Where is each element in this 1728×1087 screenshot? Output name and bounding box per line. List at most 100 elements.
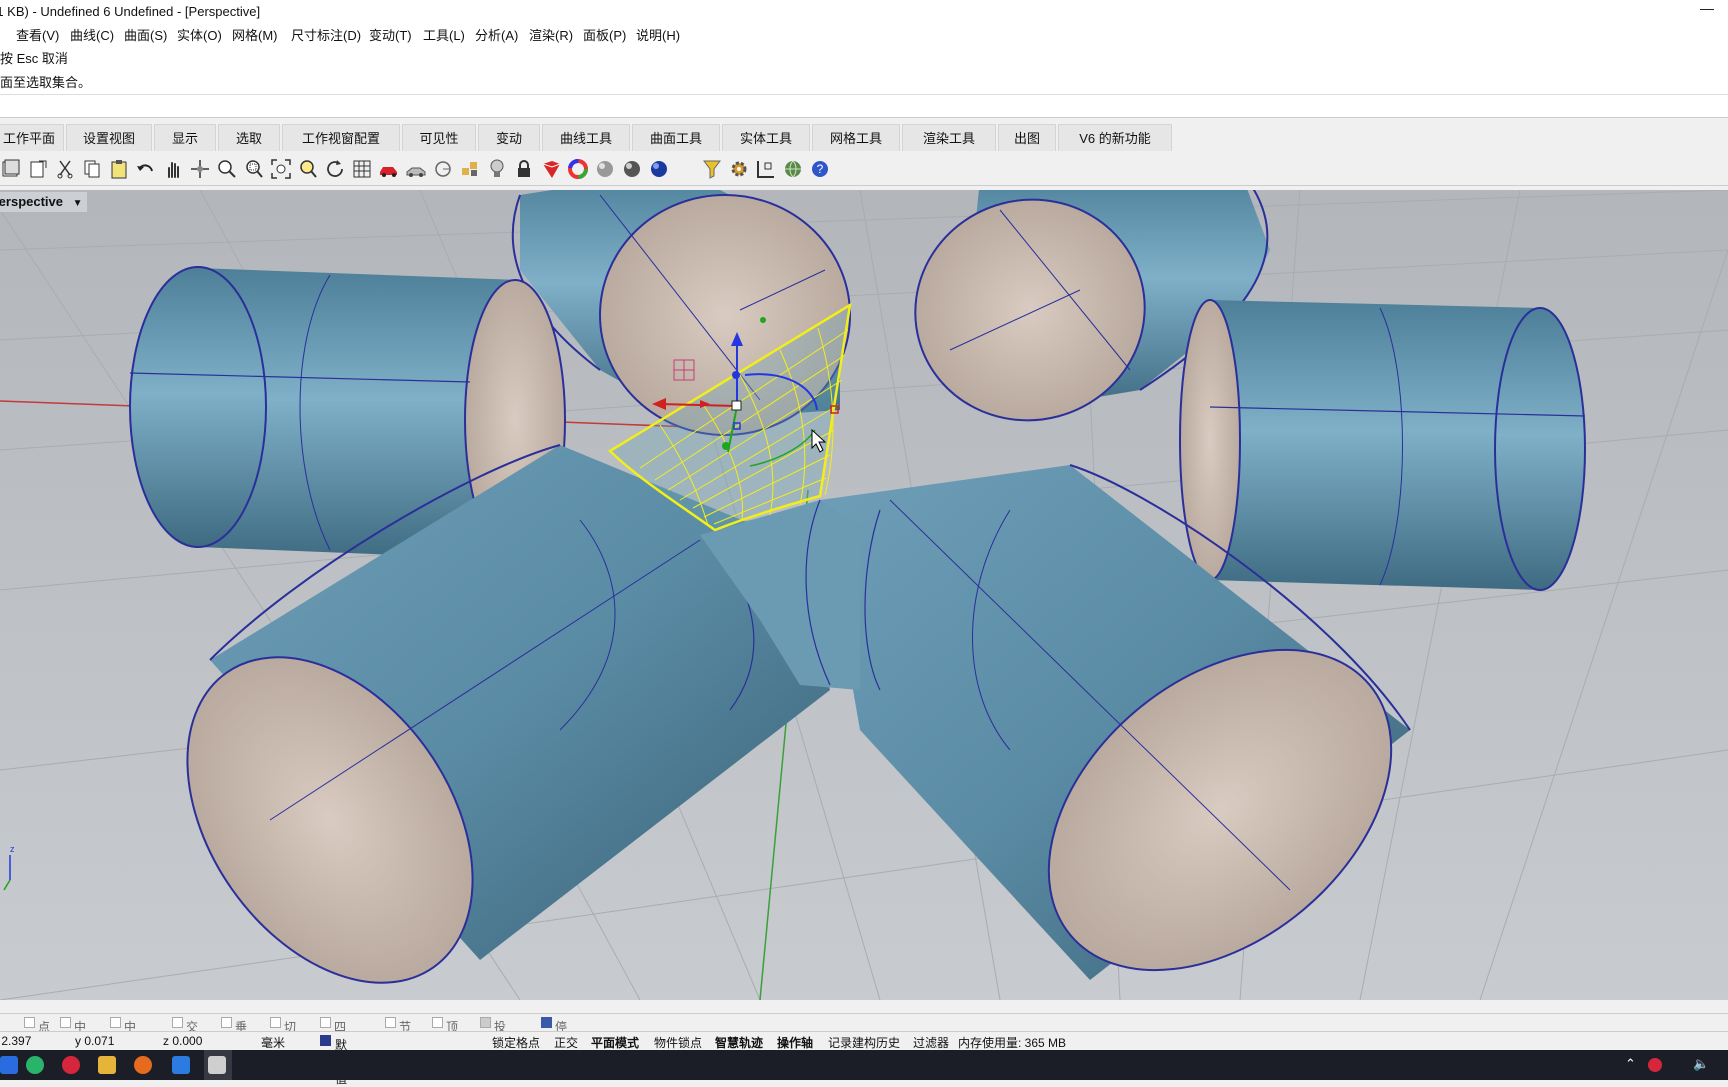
menu-solid[interactable]: 实体(O): [177, 25, 222, 44]
tab-select[interactable]: 选取: [218, 124, 280, 151]
paste-icon[interactable]: [108, 158, 130, 180]
grid-icon[interactable]: [351, 158, 373, 180]
menu-transform[interactable]: 变动(T): [369, 25, 412, 44]
tray-chevron-icon[interactable]: ⌃: [1625, 1056, 1636, 1072]
osnap-quadrant[interactable]: 四分点: [320, 1016, 346, 1068]
options-icon[interactable]: [755, 158, 777, 180]
osnap-intersection[interactable]: 交点: [172, 1016, 198, 1051]
wechat-icon[interactable]: [26, 1056, 44, 1074]
title-bar: (1 KB) - Undefined 6 Undefined - [Perspe…: [0, 0, 1728, 22]
zoom-extents-icon[interactable]: [270, 158, 292, 180]
tab-new-in-v6[interactable]: V6 的新功能: [1058, 124, 1172, 151]
smarttrack-toggle[interactable]: 智慧轨迹: [715, 1034, 763, 1051]
zoom-selected-icon[interactable]: [297, 158, 319, 180]
menu-surface[interactable]: 曲面(S): [124, 25, 167, 44]
layer-swatch[interactable]: 默认值: [320, 1034, 347, 1086]
planar-toggle[interactable]: 平面模式: [591, 1034, 639, 1051]
open-icon[interactable]: [27, 158, 49, 180]
osnap-center[interactable]: 中心点: [110, 1016, 136, 1068]
perspective-viewport[interactable]: z: [0, 190, 1728, 1000]
car-icon[interactable]: [378, 158, 400, 180]
toolbar-tabs: 工作平面 设置视图 显示 选取 工作视窗配置 可见性 变动 曲线工具 曲面工具 …: [0, 124, 1728, 152]
filter-icon[interactable]: [701, 158, 723, 180]
command-history-line: 面至选取集合。: [0, 75, 92, 90]
netease-music-icon[interactable]: [62, 1056, 80, 1074]
osnap-vertex[interactable]: 顶点: [432, 1016, 458, 1051]
status-bar: x 2.397 y 0.071 z 0.000 毫米 默认值 锁定格点 正交 平…: [0, 1031, 1728, 1086]
zoom-window-icon[interactable]: [243, 158, 265, 180]
osnap-project[interactable]: 投影: [480, 1016, 506, 1051]
osnap-perpendicular[interactable]: 垂点: [221, 1016, 247, 1051]
photos-icon[interactable]: [172, 1056, 190, 1074]
menu-view[interactable]: 查看(V): [16, 25, 59, 44]
lock-icon[interactable]: [513, 158, 535, 180]
ortho-toggle[interactable]: 正交: [554, 1034, 578, 1051]
points-icon[interactable]: [459, 158, 481, 180]
menu-render[interactable]: 渲染(R): [529, 25, 573, 44]
osnap-disable[interactable]: 停用: [541, 1016, 567, 1051]
gear-icon[interactable]: [728, 158, 750, 180]
active-task-highlight: [204, 1050, 232, 1080]
tab-drafting[interactable]: 出图: [998, 124, 1056, 151]
globe-icon[interactable]: [782, 158, 804, 180]
new-icon[interactable]: [0, 158, 22, 180]
pan-icon[interactable]: [162, 158, 184, 180]
osnap-knot[interactable]: 节点: [385, 1016, 411, 1051]
shade-sphere-icon[interactable]: [594, 158, 616, 180]
firefox-icon[interactable]: [134, 1056, 152, 1074]
tab-set-view[interactable]: 设置视图: [66, 124, 152, 151]
chevron-down-icon[interactable]: ▼: [73, 198, 83, 209]
material-icon[interactable]: [540, 158, 562, 180]
tab-transform[interactable]: 变动: [478, 124, 540, 151]
viewport-label[interactable]: Perspective ▼: [0, 192, 87, 212]
tab-curve-tools[interactable]: 曲线工具: [542, 124, 630, 151]
rotate-icon[interactable]: [324, 158, 346, 180]
coord-z: z 0.000: [163, 1034, 203, 1048]
help-icon[interactable]: ?: [809, 158, 831, 180]
menu-curve[interactable]: 曲线(C): [70, 25, 114, 44]
command-input[interactable]: [0, 95, 1728, 118]
viewport-canvas[interactable]: z: [0, 190, 1728, 1000]
gumball-toggle[interactable]: 操作轴: [777, 1034, 813, 1051]
filter-toggle[interactable]: 过滤器: [913, 1034, 949, 1051]
tab-render-tools[interactable]: 渲染工具: [902, 124, 996, 151]
units-label[interactable]: 毫米: [261, 1034, 285, 1051]
tray-music-icon[interactable]: [1648, 1058, 1662, 1072]
osnap-toggle[interactable]: 物件锁点: [654, 1034, 702, 1051]
grid-snap-toggle[interactable]: 锁定格点: [492, 1034, 540, 1051]
osnap-point[interactable]: 点: [24, 1016, 50, 1034]
command-history: 按 Esc 取消 面至选取集合。: [0, 44, 1728, 95]
tab-viewport-layout[interactable]: 工作视窗配置: [282, 124, 400, 151]
tab-display[interactable]: 显示: [154, 124, 216, 151]
record-history-toggle[interactable]: 记录建构历史: [828, 1034, 900, 1051]
file-explorer-icon[interactable]: [98, 1056, 116, 1074]
sports-car-icon[interactable]: [405, 158, 427, 180]
menu-tools[interactable]: 工具(L): [423, 25, 465, 44]
cut-icon[interactable]: [54, 158, 76, 180]
copy-icon[interactable]: [81, 158, 103, 180]
tab-surface-tools[interactable]: 曲面工具: [632, 124, 720, 151]
minimize-icon[interactable]: —: [1700, 0, 1714, 16]
task-view-icon[interactable]: [0, 1056, 18, 1074]
rotate-view-icon[interactable]: [189, 158, 211, 180]
volume-icon[interactable]: 🔈: [1693, 1056, 1709, 1072]
light-icon[interactable]: [486, 158, 508, 180]
osnap-tangent[interactable]: 切点: [270, 1016, 296, 1051]
color-wheel-icon[interactable]: [567, 158, 589, 180]
circle-icon[interactable]: [432, 158, 454, 180]
render-sphere-icon[interactable]: [621, 158, 643, 180]
undo-icon[interactable]: [135, 158, 157, 180]
tab-mesh-tools[interactable]: 网格工具: [812, 124, 900, 151]
zoom-icon[interactable]: [216, 158, 238, 180]
tab-visibility[interactable]: 可见性: [402, 124, 476, 151]
tab-cplanes[interactable]: 工作平面: [0, 124, 64, 151]
pipe-right[interactable]: [1179, 299, 1586, 591]
menu-mesh[interactable]: 网格(M): [232, 25, 278, 44]
menu-help[interactable]: 说明(H): [636, 25, 680, 44]
osnap-midpoint[interactable]: 中点: [60, 1016, 86, 1051]
blue-sphere-icon[interactable]: [648, 158, 670, 180]
menu-panels[interactable]: 面板(P): [583, 25, 626, 44]
menu-dimension[interactable]: 尺寸标注(D): [291, 25, 361, 44]
tab-solid-tools[interactable]: 实体工具: [722, 124, 810, 151]
menu-analyze[interactable]: 分析(A): [475, 25, 518, 44]
